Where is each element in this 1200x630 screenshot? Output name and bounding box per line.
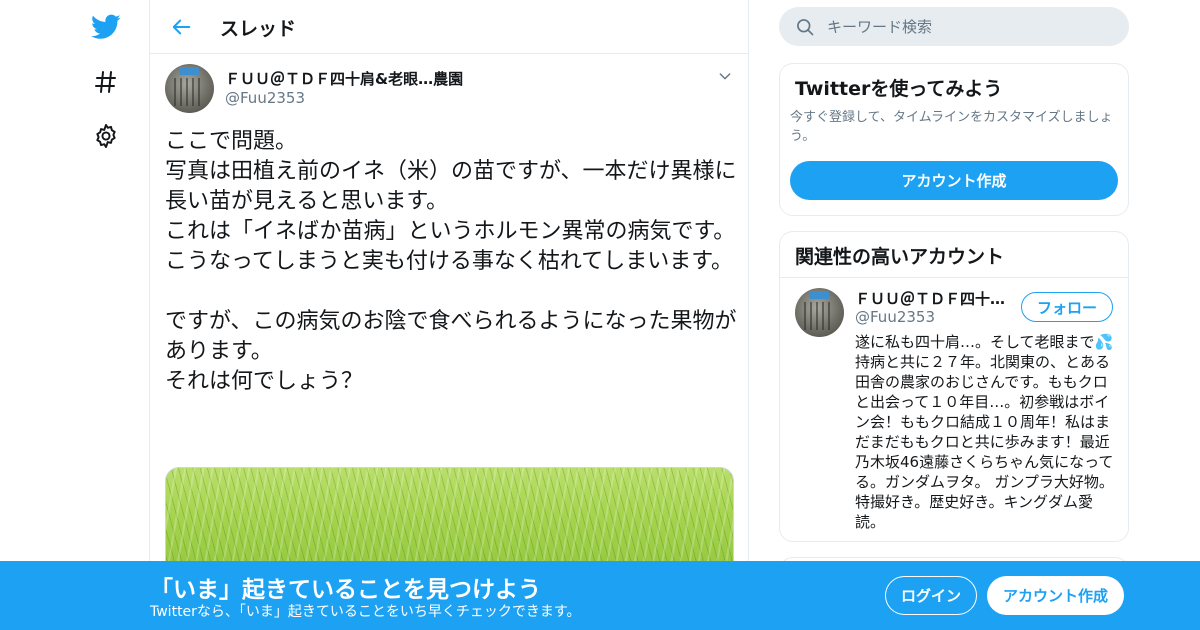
login-button[interactable]: ログイン bbox=[885, 576, 977, 615]
signup-card-title: Twitterを使ってみよう bbox=[795, 78, 1003, 100]
signup-card: Twitterを使ってみよう 今すぐ登録して、タイムラインをカスタマイズしましょ… bbox=[779, 63, 1129, 216]
follow-button[interactable]: フォロー bbox=[1021, 292, 1113, 322]
search-input[interactable] bbox=[827, 7, 1117, 46]
divider bbox=[780, 277, 1128, 278]
related-accounts-card: 関連性の高いアカウント ＦＵＵ＠ＴＤＦ四十肩&老眼…農園 @Fuu2353 フォ… bbox=[779, 231, 1129, 542]
page-title: スレッド bbox=[220, 18, 297, 40]
avatar[interactable] bbox=[165, 64, 214, 113]
search-icon bbox=[795, 17, 815, 37]
related-account-handle[interactable]: @Fuu2353 bbox=[855, 308, 935, 326]
hashtag-icon[interactable] bbox=[88, 64, 124, 100]
tweet-author-name[interactable]: ＦＵＵ＠ＴＤＦ四十肩&老眼…農園 bbox=[225, 68, 463, 89]
banner-subtitle: Twitterなら、「いま」起きていることをいち早くチェックできます。 bbox=[150, 604, 581, 620]
twitter-logo-icon[interactable] bbox=[88, 9, 124, 45]
signup-banner: 「いま」起きていることを見つけよう Twitterなら、「いま」起きていることを… bbox=[0, 561, 1200, 630]
related-card-title: 関連性の高いアカウント bbox=[795, 246, 1005, 268]
page: スレッド ＦＵＵ＠ＴＤＦ四十肩&老眼…農園 @Fuu2353 ここで問題。 写真… bbox=[0, 0, 1200, 630]
related-account-bio: 遂に私も四十肩…。そして老眼まで💦持病と共に２７年。北関東の、とある田舎の農家の… bbox=[855, 333, 1114, 531]
chevron-down-icon[interactable] bbox=[717, 68, 733, 84]
tweet-author-handle[interactable]: @Fuu2353 bbox=[225, 89, 305, 107]
search-box bbox=[779, 7, 1129, 46]
banner-create-account-button[interactable]: アカウント作成 bbox=[987, 576, 1124, 615]
banner-title: 「いま」起きていることを見つけよう bbox=[150, 577, 541, 603]
signup-card-description: 今すぐ登録して、タイムラインをカスタマイズしましょう。 bbox=[790, 110, 1113, 144]
tweet-text: ここで問題。 写真は田植え前のイネ（米）の苗ですが、一本だけ異様に長い苗が見える… bbox=[165, 129, 737, 394]
back-arrow-icon[interactable] bbox=[168, 13, 196, 41]
main-column: スレッド ＦＵＵ＠ＴＤＦ四十肩&老眼…農園 @Fuu2353 ここで問題。 写真… bbox=[149, 0, 749, 630]
gear-icon[interactable] bbox=[88, 118, 124, 154]
create-account-button[interactable]: アカウント作成 bbox=[790, 161, 1118, 200]
thread-header: スレッド bbox=[150, 0, 748, 54]
related-account-avatar[interactable] bbox=[795, 288, 844, 337]
related-account-name[interactable]: ＦＵＵ＠ＴＤＦ四十肩&老眼…農園 bbox=[855, 288, 1015, 309]
